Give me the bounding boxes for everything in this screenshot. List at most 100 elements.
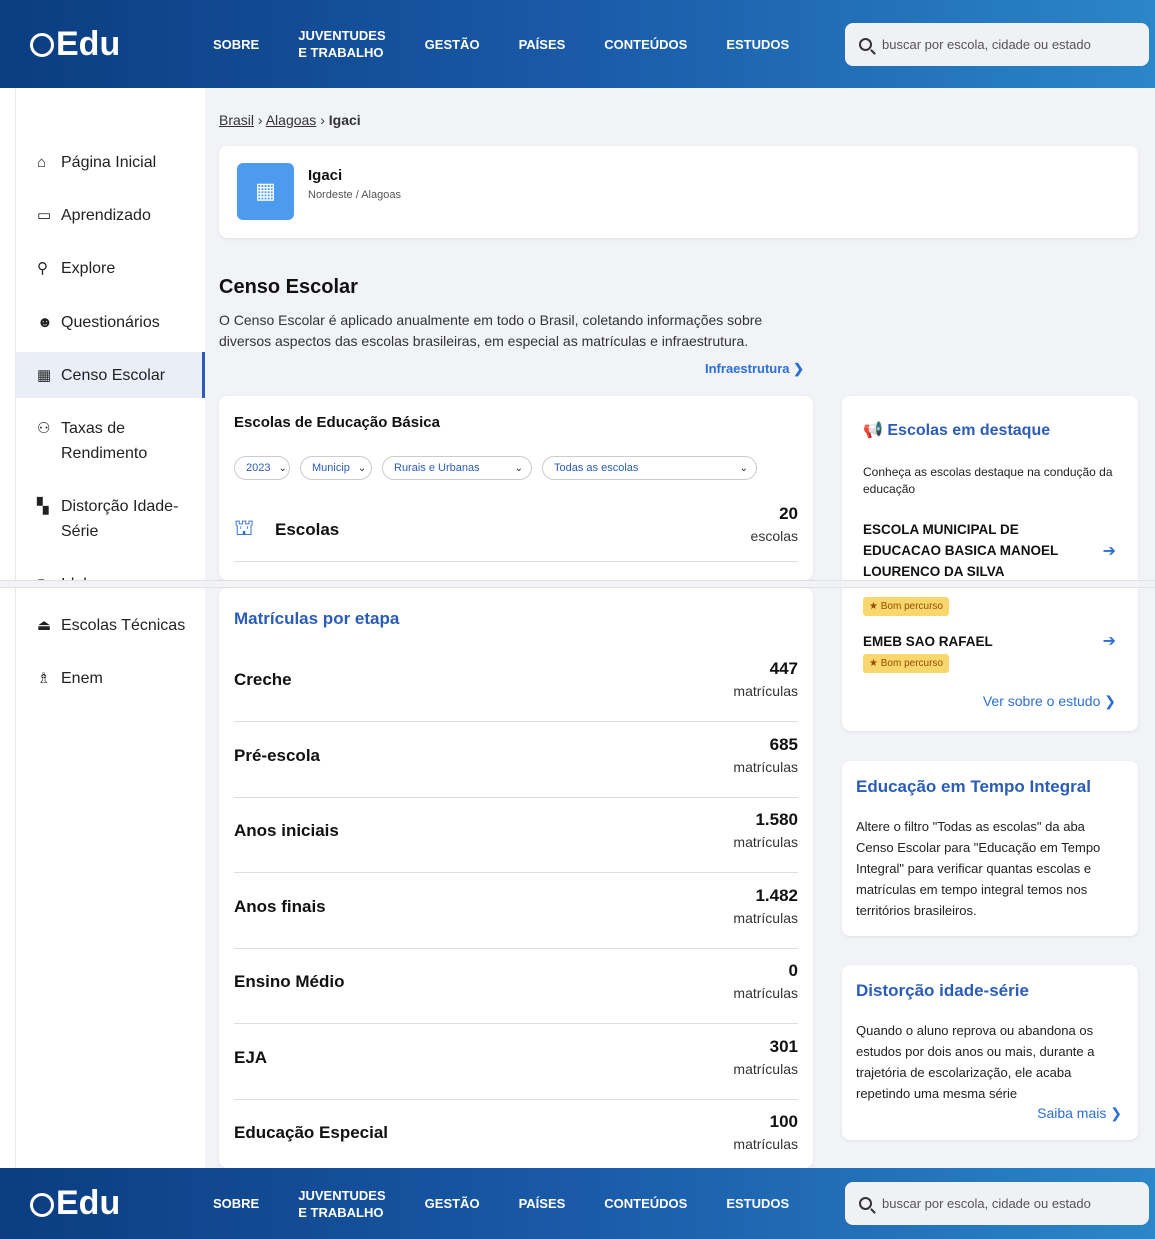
nav-gestao[interactable]: GESTÃO [425,36,480,53]
sidebar-item-enem[interactable]: ♗ Enem [16,666,205,691]
localizacao-select[interactable]: Rurais e Urbanas ⌄ [382,456,532,480]
sidebar-item-distorcao[interactable]: ▚ Distorção Idade- Série [16,494,205,544]
row-label: Anos finais [234,897,326,916]
escolas-row: ⛫ Escolas 20 escolas [234,502,798,562]
row-unit: matrículas [733,985,798,1001]
star-icon: ★ [869,601,878,612]
hat-icon: ⏏ [37,617,52,634]
tempo-integral-body: Altere o filtro "Todas as escolas" da ab… [856,819,1101,918]
row-value: 301 [769,1037,798,1056]
breadcrumb-alagoas[interactable]: Alagoas [266,112,317,128]
table-row: Ensino Médio 0 matrículas [234,948,798,1024]
nav-paises[interactable]: PAÍSES [519,36,566,53]
nav-paises[interactable]: PAÍSES [519,1195,566,1212]
nav-juventudes[interactable]: JUVENTUDES E TRABALHO [298,27,385,61]
rede-select[interactable]: Municip ⌄ [300,456,372,480]
logo-mark-icon [30,33,54,57]
table-row: Educação Especial 100 matrículas [234,1099,798,1175]
bottom-navbar: Edu SOBRE JUVENTUDES E TRABALHO GESTÃO PA… [0,1168,1155,1239]
tipo-escola-select[interactable]: Todas as escolas ⌄ [542,456,757,480]
sidebar-item-taxas[interactable]: ⚇ Taxas de Rendimento [16,416,205,466]
logo[interactable]: Edu [30,1184,120,1223]
telescope-icon: ⚲ [37,260,48,277]
nav-estudos[interactable]: ESTUDOS [726,1195,789,1212]
scroll-seam [0,580,1155,588]
nav-sobre[interactable]: SOBRE [213,1195,259,1212]
ver-sobre-estudo-link[interactable]: Ver sobre o estudo ❯ [983,693,1116,710]
chevron-down-icon: ⌄ [514,462,523,474]
home-icon: ⌂ [37,154,47,171]
table-row: Anos finais 1.482 matrículas [234,873,798,949]
arrow-right-icon[interactable]: ➔ [1103,631,1116,650]
destaque-school-2[interactable]: EMEB SAO RAFAEL [863,631,1083,652]
table-row: EJA 301 matrículas [234,1024,798,1100]
search-box[interactable] [845,1182,1149,1225]
sidebar-item-ideb[interactable]: ▮Ideb [16,572,205,580]
distorcao-body: Quando o aluno reprova ou abandona os es… [856,1023,1095,1101]
nav-juventudes[interactable]: JUVENTUDES E TRABALHO [298,1187,385,1221]
graduate-icon: ♗ [37,670,51,687]
sidebar-item-explore[interactable]: ⚲ Explore [16,256,205,281]
escolas-card: Escolas de Educação Básica 2023 ⌄ Municip… [219,396,813,580]
nav-sobre[interactable]: SOBRE [213,36,259,53]
sidebar-item-pagina-inicial[interactable]: ⌂ Página Inicial [16,150,205,175]
escolas-value: 20 [779,504,798,523]
year-select[interactable]: 2023 ⌄ [234,456,290,480]
sidebar-item-aprendizado[interactable]: ▭ Aprendizado [16,203,205,228]
row-unit: matrículas [733,759,798,775]
infraestrutura-link[interactable]: Infraestrutura ❯ [705,361,804,377]
row-label: Creche [234,670,292,689]
city-region: Nordeste / Alagoas [308,189,401,201]
row-value: 447 [769,659,798,678]
saiba-mais-link[interactable]: Saiba mais ❯ [1037,1105,1122,1122]
row-unit: matrículas [733,683,798,699]
row-label: Educação Especial [234,1123,389,1142]
badge-bom-percurso: ★ Bom percurso [863,597,949,616]
sidebar-item-questionarios[interactable]: ☻ Questionários [16,310,205,335]
tempo-integral-card: Educação em Tempo Integral Altere o filt… [842,761,1138,936]
search-input[interactable] [882,1196,1132,1211]
logo[interactable]: Edu [30,25,120,64]
nav-gestao[interactable]: GESTÃO [425,1195,480,1212]
row-label: Pré-escola [234,746,320,765]
nav-conteudos[interactable]: CONTEÚDOS [604,36,687,53]
arrow-right-icon[interactable]: ➔ [1103,541,1116,560]
section-description: O Censo Escolar é aplicado anualmente em… [219,312,763,349]
breadcrumb-brasil[interactable]: Brasil [219,112,254,128]
table-row: Pré-escola 685 matrículas [234,722,798,798]
tempo-integral-title: Educação em Tempo Integral [856,777,1091,796]
chevron-down-icon: ⌄ [357,462,367,474]
main-nav: SOBRE JUVENTUDES E TRABALHO GESTÃO PAÍSES… [213,27,828,61]
destaque-school-1[interactable]: ESCOLA MUNICIPAL DE EDUCACAO BASICA MANO… [863,519,1083,580]
book-icon: ▭ [37,207,52,224]
sidebar-item-escolas-tecnicas[interactable]: ⏏ Escolas Técnicas [16,613,205,638]
search-icon [859,37,872,51]
row-label: Ensino Médio [234,972,345,991]
chevron-right-icon: ❯ [1110,1105,1122,1121]
row-unit: matrículas [733,1136,798,1152]
search-input[interactable] [882,36,1132,52]
row-value: 685 [769,735,798,754]
destaque-card: 📢 Escolas em destaque Conheça as escolas… [842,396,1138,731]
nav-conteudos[interactable]: CONTEÚDOS [604,1195,687,1212]
star-icon: ★ [869,658,878,669]
logo-mark-icon [30,1192,54,1217]
row-value: 1.580 [755,810,798,829]
destaque-clip: ESCOLA MUNICIPAL DE EDUCACAO BASICA MANO… [842,396,1138,580]
search-box[interactable] [845,22,1149,66]
door-icon: ▚ [37,498,49,515]
nav-estudos[interactable]: ESTUDOS [726,36,789,53]
row-unit: matrículas [733,910,798,926]
chevron-right-icon: ❯ [793,361,805,376]
city-card: ▦ Igaci Nordeste / Alagoas [219,146,1138,238]
students-icon: ⚇ [37,420,51,437]
chevron-right-icon: ❯ [1104,693,1116,709]
table-row: Creche 447 matrículas [234,646,798,722]
building-icon: ▦ [237,163,294,220]
row-value: 100 [769,1112,798,1131]
escolas-card-title: Escolas de Educação Básica [234,414,440,431]
sidebar-item-censo-escolar[interactable]: ▦ Censo Escolar [16,352,205,398]
row-value: 1.482 [755,886,798,905]
main-nav: SOBRE JUVENTUDES E TRABALHO GESTÃO PAÍSES… [213,1187,828,1221]
school-icon: ▦ [37,366,52,384]
